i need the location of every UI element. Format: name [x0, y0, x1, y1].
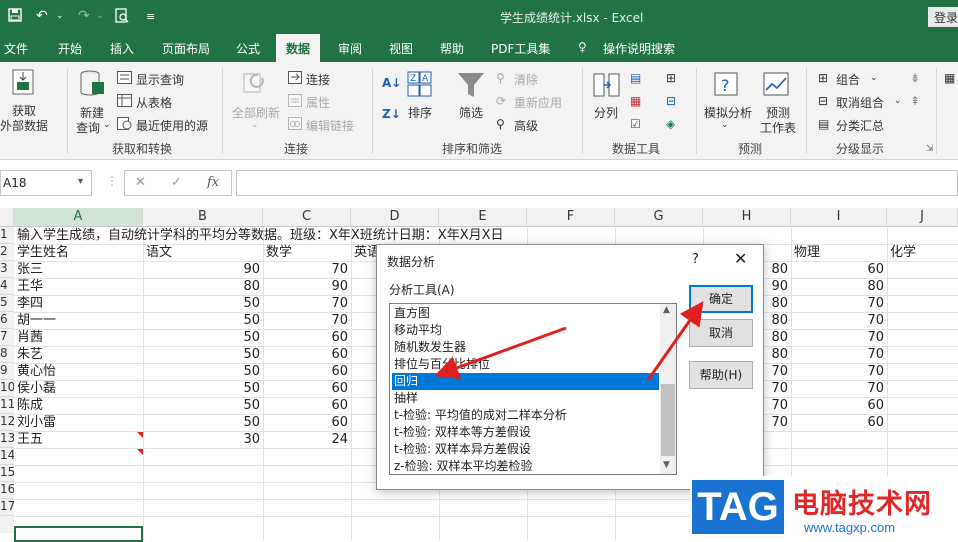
arrow-to-ok — [646, 301, 704, 381]
annotation-arrows — [434, 301, 704, 381]
watermark-site-name: 电脑技术网 — [792, 489, 932, 520]
watermark: TAG 电脑技术网 www.tagxp.com — [690, 476, 958, 540]
arrow-to-regression — [434, 326, 567, 380]
watermark-logo: TAG — [692, 480, 784, 534]
watermark-url: www.tagxp.com — [804, 520, 896, 535]
